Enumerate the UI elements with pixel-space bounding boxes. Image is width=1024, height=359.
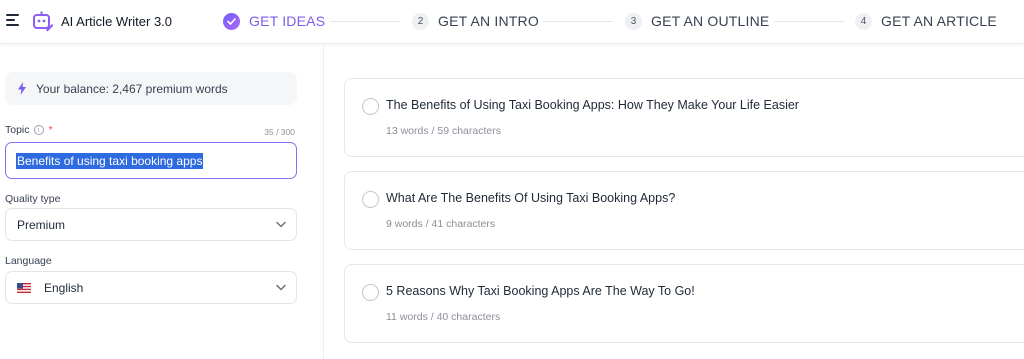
us-flag-icon [17,282,31,293]
topic-input-value: Benefits of using taxi booking apps [16,152,204,169]
idea-stats: 13 words / 59 characters [386,125,501,137]
radio-button[interactable] [362,284,379,301]
step-get-article[interactable]: 4 GET AN ARTICLE [855,11,997,31]
topic-input[interactable]: Benefits of using taxi booking apps [5,142,297,179]
idea-title: The Benefits of Using Taxi Booking Apps:… [386,98,799,112]
step-number: 3 [625,12,642,30]
info-icon[interactable]: i [33,125,44,135]
top-bar: AI Article Writer 3.0 GET IDEAS 2 GET AN… [0,0,1024,44]
chevron-down-icon [276,284,286,291]
robot-logo-icon [33,11,54,32]
idea-title: 5 Reasons Why Taxi Booking Apps Are The … [386,284,695,298]
quality-select-value: Premium [17,217,66,232]
settings-sidebar: Your balance: 2,467 premium words Topic … [0,45,324,359]
language-select[interactable]: English [5,271,297,304]
step-get-ideas[interactable]: GET IDEAS [223,11,325,31]
step-label: GET AN OUTLINE [651,13,770,29]
check-icon [223,12,240,30]
language-select-value: English [44,280,84,295]
step-divider [330,21,400,22]
step-label: GET IDEAS [249,13,326,29]
idea-card[interactable]: 5 Reasons Why Taxi Booking Apps Are The … [344,264,1024,343]
step-get-outline[interactable]: 3 GET AN OUTLINE [625,11,769,31]
quality-label: Quality type [5,193,61,205]
menu-icon[interactable] [6,14,19,26]
step-divider [543,21,613,22]
idea-title: What Are The Benefits Of Using Taxi Book… [386,191,676,205]
idea-stats: 11 words / 40 characters [386,311,501,323]
radio-button[interactable] [362,191,379,208]
lightning-icon [18,82,26,95]
topic-label-text: Topic [5,124,30,136]
topic-char-count: 35 / 300 [264,127,295,137]
step-label: GET AN ARTICLE [881,13,997,29]
topic-label: Topic i * [5,124,53,136]
balance-text: Your balance: 2,467 premium words [36,81,228,96]
idea-card[interactable]: The Benefits of Using Taxi Booking Apps:… [344,78,1024,157]
app-title: AI Article Writer 3.0 [61,14,173,29]
required-marker: * [48,124,53,136]
quality-select[interactable]: Premium [5,208,297,241]
idea-card[interactable]: What Are The Benefits Of Using Taxi Book… [344,171,1024,250]
radio-button[interactable] [362,98,379,115]
step-divider [774,21,844,22]
step-get-intro[interactable]: 2 GET AN INTRO [412,11,539,31]
step-number: 2 [412,12,429,30]
language-label: Language [5,255,52,267]
idea-stats: 9 words / 41 characters [386,218,496,230]
step-label: GET AN INTRO [438,13,539,29]
balance-panel: Your balance: 2,467 premium words [5,72,297,105]
step-number: 4 [855,12,872,30]
chevron-down-icon [276,221,286,228]
